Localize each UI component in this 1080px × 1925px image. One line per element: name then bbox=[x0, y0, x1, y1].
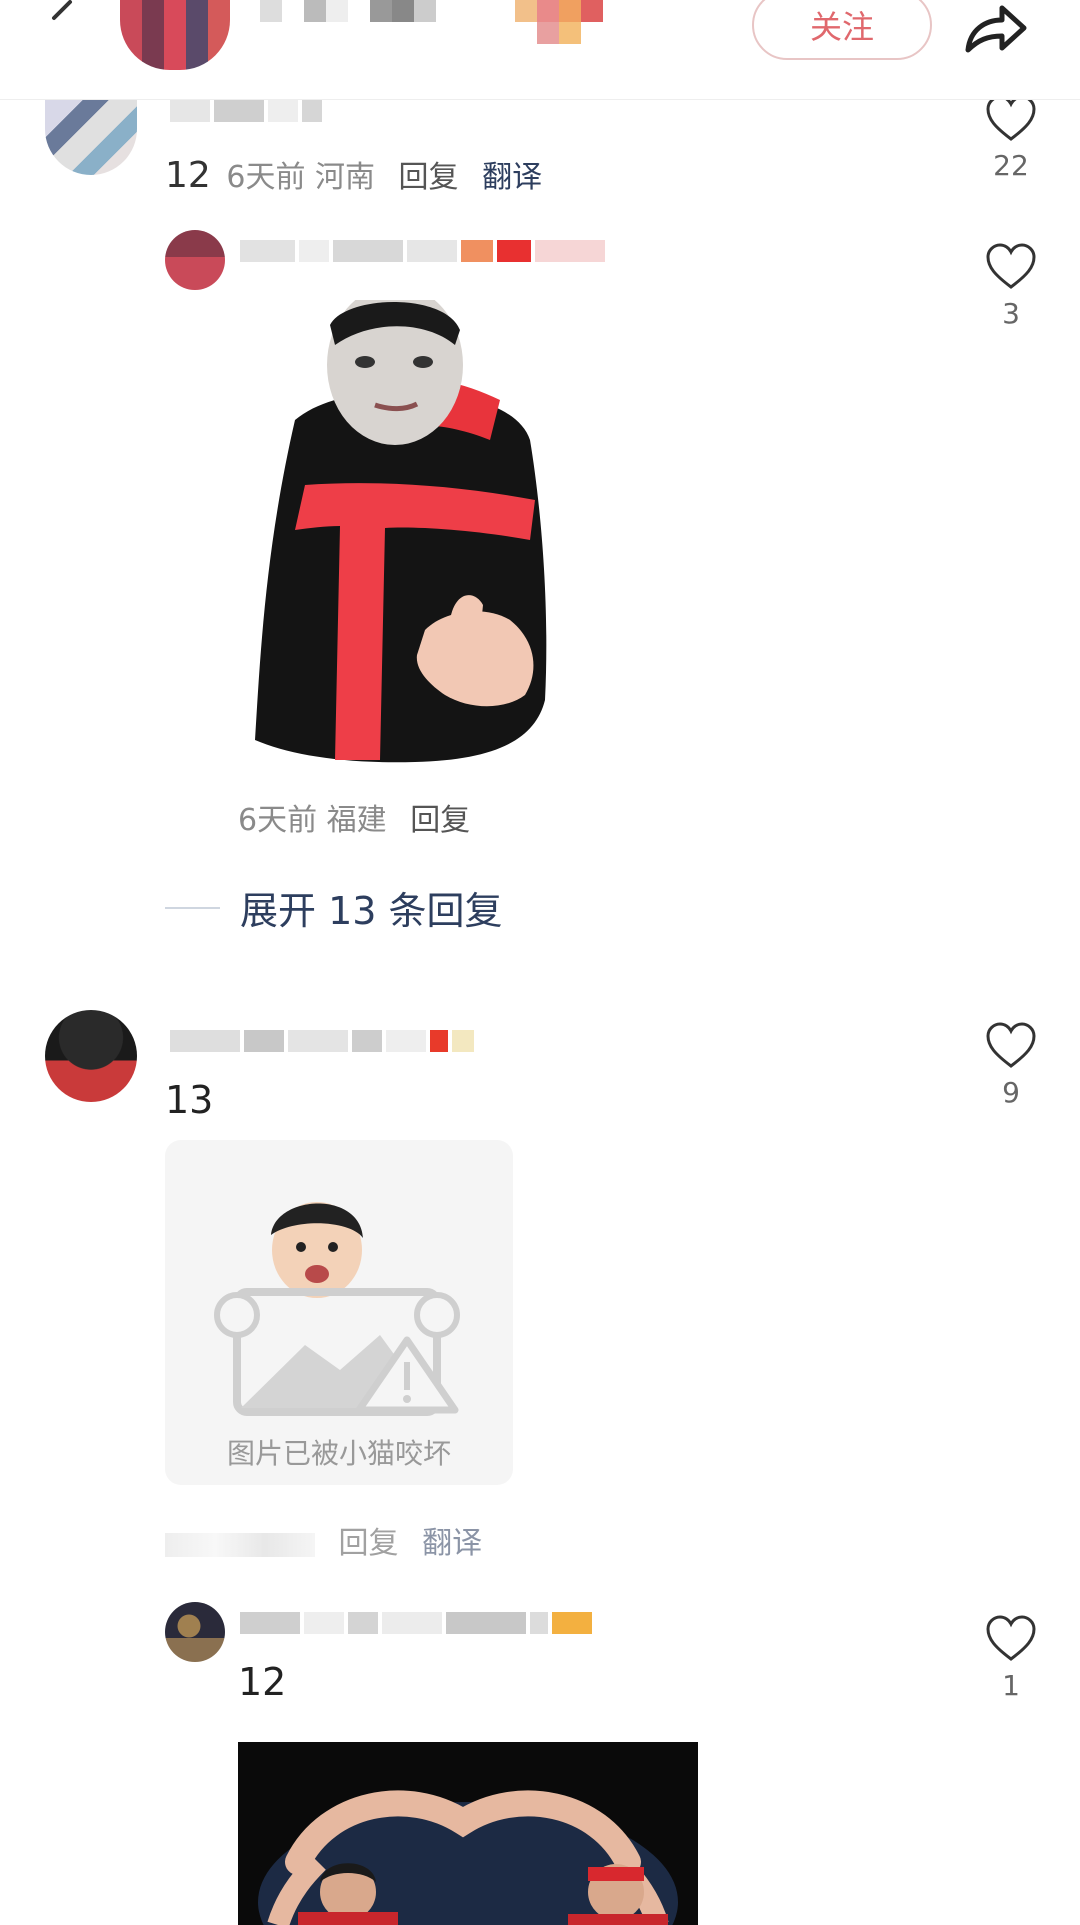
translate-link[interactable]: 翻译 bbox=[482, 160, 542, 195]
reply-text: 12 bbox=[238, 1660, 287, 1704]
like-button[interactable]: 22 bbox=[976, 95, 1046, 182]
author-badge-blurred-2 bbox=[515, 22, 581, 44]
reply-avatar[interactable] bbox=[165, 230, 225, 290]
reply-name-blurred bbox=[240, 1612, 596, 1634]
like-button[interactable]: 9 bbox=[976, 1022, 1046, 1109]
reply-time: 6天前 bbox=[238, 803, 318, 838]
reply-location: 福建 bbox=[326, 803, 387, 838]
author-badge-blurred bbox=[515, 0, 603, 22]
top-bar: 关注 bbox=[0, 0, 1080, 100]
expand-replies-button[interactable]: 展开 13 条回复 bbox=[165, 880, 503, 935]
commenter-avatar[interactable] bbox=[45, 95, 137, 175]
heart-icon bbox=[986, 243, 1036, 289]
like-button[interactable]: 1 bbox=[976, 1615, 1046, 1702]
broken-image-caption: 图片已被小猫咬坏 bbox=[226, 1437, 451, 1470]
reply-link[interactable]: 回复 bbox=[410, 803, 470, 838]
commenter-name-blurred bbox=[170, 100, 326, 122]
reply-link[interactable]: 回复 bbox=[399, 160, 459, 195]
comment-location: 河南 bbox=[315, 160, 375, 195]
author-name-blurred bbox=[260, 0, 436, 22]
divider bbox=[165, 906, 220, 909]
like-button[interactable]: 3 bbox=[976, 243, 1046, 330]
comment-meta: 12 6天前 河南 回复 翻译 bbox=[165, 152, 542, 196]
meme-sticker-image[interactable] bbox=[235, 300, 590, 770]
comment-text: 13 bbox=[165, 1078, 214, 1122]
like-count: 22 bbox=[993, 149, 1029, 182]
commenter-avatar[interactable] bbox=[45, 1010, 137, 1102]
reply-meta: 6天前 福建 回复 bbox=[238, 795, 470, 839]
commenter-name-blurred bbox=[170, 1030, 478, 1052]
reply-photo-image[interactable] bbox=[238, 1742, 698, 1925]
follow-button[interactable]: 关注 bbox=[752, 0, 932, 60]
comment-time: 6天前 bbox=[226, 160, 306, 195]
comment-meta: 回复 翻译 bbox=[165, 1518, 482, 1562]
reply-name-blurred bbox=[240, 240, 609, 262]
like-count: 3 bbox=[1002, 297, 1020, 330]
comment-text: 12 bbox=[165, 155, 211, 196]
author-avatar[interactable] bbox=[120, 0, 230, 70]
like-count: 9 bbox=[1002, 1076, 1020, 1109]
broken-image-card[interactable]: 图片已被小猫咬坏 bbox=[165, 1140, 513, 1485]
heart-icon bbox=[986, 1615, 1036, 1661]
reply-avatar[interactable] bbox=[165, 1602, 225, 1662]
heart-icon bbox=[986, 1022, 1036, 1068]
expand-replies-label: 展开 13 条回复 bbox=[240, 889, 503, 933]
back-arrow-icon[interactable] bbox=[40, 0, 80, 40]
like-count: 1 bbox=[1002, 1669, 1020, 1702]
share-arrow-icon[interactable] bbox=[960, 0, 1030, 55]
heart-icon bbox=[986, 95, 1036, 141]
translate-link[interactable]: 翻译 bbox=[422, 1526, 482, 1561]
broken-image-icon bbox=[214, 1202, 460, 1416]
reply-link[interactable]: 回复 bbox=[339, 1526, 399, 1561]
